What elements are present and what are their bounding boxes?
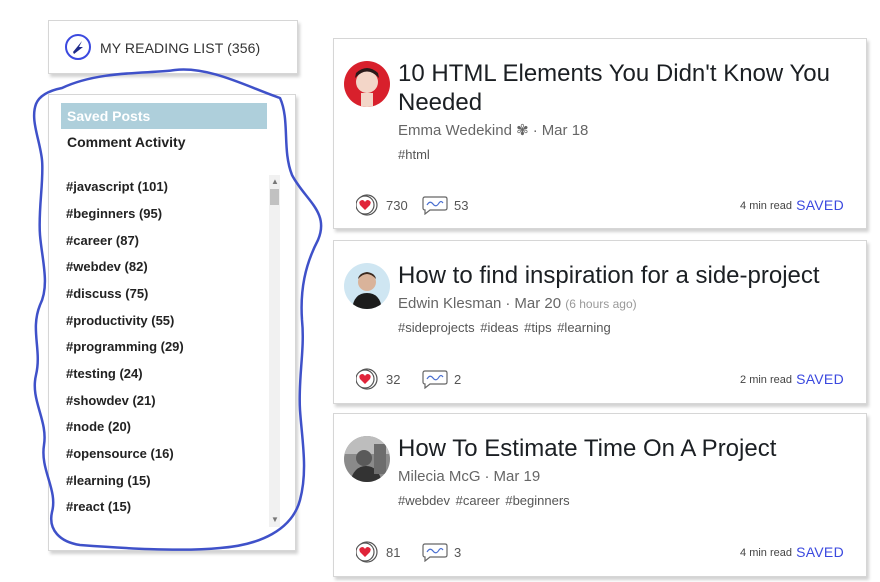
scroll-up-arrow-icon[interactable]: ▲ xyxy=(271,178,279,186)
tag-item[interactable]: #react (15) xyxy=(66,499,131,514)
reading-list-logo-icon xyxy=(65,34,91,60)
post-relative-time: (6 hours ago) xyxy=(565,297,637,311)
author-name[interactable]: Emma Wedekind xyxy=(398,122,512,139)
post-card[interactable]: 10 HTML Elements You Didn't Know You Nee… xyxy=(333,38,867,229)
nav-saved-posts[interactable]: Saved Posts xyxy=(61,103,267,129)
tag-item[interactable]: #programming (29) xyxy=(66,339,184,354)
post-title[interactable]: How to find inspiration for a side-proje… xyxy=(398,261,858,290)
post-date: Mar 20 xyxy=(514,295,562,312)
post-tags[interactable]: #webdev #career #beginners xyxy=(398,493,570,508)
sidebar: Saved Posts Comment Activity #javascript… xyxy=(48,94,296,551)
reaction-count: 730 xyxy=(386,198,408,213)
tag-item[interactable]: #javascript (101) xyxy=(66,179,168,194)
author-avatar[interactable] xyxy=(344,61,390,107)
saved-button[interactable]: SAVED xyxy=(796,371,844,387)
post-card[interactable]: How to find inspiration for a side-proje… xyxy=(333,240,867,404)
reaction-count: 81 xyxy=(386,545,401,560)
author-name[interactable]: Edwin Klesman xyxy=(398,295,501,312)
tag-item[interactable]: #node (20) xyxy=(66,419,131,434)
saved-button[interactable]: SAVED xyxy=(796,544,844,560)
saved-button[interactable]: SAVED xyxy=(796,197,844,213)
tag-item[interactable]: #beginners (95) xyxy=(66,206,162,221)
read-time: 4 min read xyxy=(740,547,792,559)
author-avatar[interactable] xyxy=(344,263,390,309)
tag-item[interactable]: #discuss (75) xyxy=(66,286,148,301)
post-meta: Milecia McG · Mar 19 xyxy=(398,468,541,485)
post-tags[interactable]: #sideprojects #ideas #tips #learning xyxy=(398,320,611,335)
post-date: Mar 19 xyxy=(493,468,541,485)
tag-item[interactable]: #learning (15) xyxy=(66,473,151,488)
tag-item[interactable]: #webdev (82) xyxy=(66,259,148,274)
reading-list-header: MY READING LIST (356) xyxy=(48,20,298,74)
comment-count: 53 xyxy=(454,198,469,213)
read-time: 4 min read xyxy=(740,200,792,212)
heart-icon[interactable] xyxy=(356,368,378,390)
comment-icon[interactable] xyxy=(422,195,448,215)
tag-item[interactable]: #testing (24) xyxy=(66,366,143,381)
post-meta: Edwin Klesman · Mar 20 (6 hours ago) xyxy=(398,295,637,312)
post-footer: 81 3 4 min read SAVED xyxy=(354,541,856,563)
tag-item[interactable]: #showdev (21) xyxy=(66,393,156,408)
post-meta: Emma Wedekind ✾ · Mar 18 xyxy=(398,122,589,139)
post-title[interactable]: 10 HTML Elements You Didn't Know You Nee… xyxy=(398,59,858,117)
post-footer: 730 53 4 min read SAVED xyxy=(354,194,856,216)
heart-icon[interactable] xyxy=(356,541,378,563)
heart-icon[interactable] xyxy=(356,194,378,216)
scroll-thumb[interactable] xyxy=(270,189,279,205)
post-date: Mar 18 xyxy=(541,122,589,139)
post-tags[interactable]: #html xyxy=(398,147,430,162)
comment-icon[interactable] xyxy=(422,542,448,562)
author-avatar[interactable] xyxy=(344,436,390,482)
post-card[interactable]: How To Estimate Time On A Project Mileci… xyxy=(333,413,867,577)
reading-list-title: MY READING LIST (356) xyxy=(100,40,261,56)
tag-item[interactable]: #career (87) xyxy=(66,233,139,248)
tag-item[interactable]: #productivity (55) xyxy=(66,313,174,328)
tag-list-scrollbar[interactable]: ▲ ▼ xyxy=(269,175,280,527)
nav-comment-activity[interactable]: Comment Activity xyxy=(61,129,267,155)
comment-icon[interactable] xyxy=(422,369,448,389)
comment-count: 3 xyxy=(454,545,462,560)
tag-list: #javascript (101) #beginners (95) #caree… xyxy=(49,173,275,545)
author-badge-icon: ✾ xyxy=(516,122,529,139)
post-footer: 32 2 2 min read SAVED xyxy=(354,368,856,390)
read-time: 2 min read xyxy=(740,374,792,386)
reaction-count: 32 xyxy=(386,372,401,387)
author-name[interactable]: Milecia McG xyxy=(398,468,481,485)
scroll-down-arrow-icon[interactable]: ▼ xyxy=(271,516,279,524)
post-title[interactable]: How To Estimate Time On A Project xyxy=(398,434,858,463)
comment-count: 2 xyxy=(454,372,462,387)
tag-item[interactable]: #opensource (16) xyxy=(66,446,174,461)
